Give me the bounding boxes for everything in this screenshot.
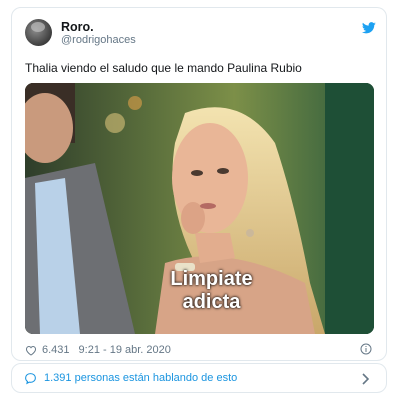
- conversation-text[interactable]: 1.391 personas están hablando de esto: [44, 372, 237, 384]
- heart-icon[interactable]: [25, 345, 37, 356]
- media-caption-line2: adicta: [182, 291, 241, 313]
- like-count[interactable]: 6.431: [42, 344, 70, 356]
- conversation-link[interactable]: 1.391 personas están hablando de esto: [11, 363, 387, 393]
- chat-bubble-icon: [25, 373, 36, 385]
- media-caption-line1: Limpiate: [170, 268, 253, 290]
- avatar[interactable]: [25, 19, 52, 46]
- tweet-text: Thalia viendo el saludo que le mando Pau…: [25, 61, 302, 75]
- tweet-timestamp[interactable]: 9:21 - 19 abr. 2020: [79, 344, 171, 356]
- tweet-media-gif[interactable]: Limpiate adicta: [25, 83, 374, 334]
- tweet-card[interactable]: Roro. @rodrigohaces Thalia viendo el sal…: [11, 7, 387, 361]
- author-display-name[interactable]: Roro.: [61, 20, 94, 34]
- twitter-bird-icon[interactable]: [362, 22, 376, 34]
- chevron-right-icon[interactable]: [362, 373, 370, 385]
- tweet-meta: 6.431 9:21 - 19 abr. 2020: [25, 344, 171, 356]
- info-icon[interactable]: [360, 343, 372, 355]
- author-handle[interactable]: @rodrigohaces: [61, 34, 136, 46]
